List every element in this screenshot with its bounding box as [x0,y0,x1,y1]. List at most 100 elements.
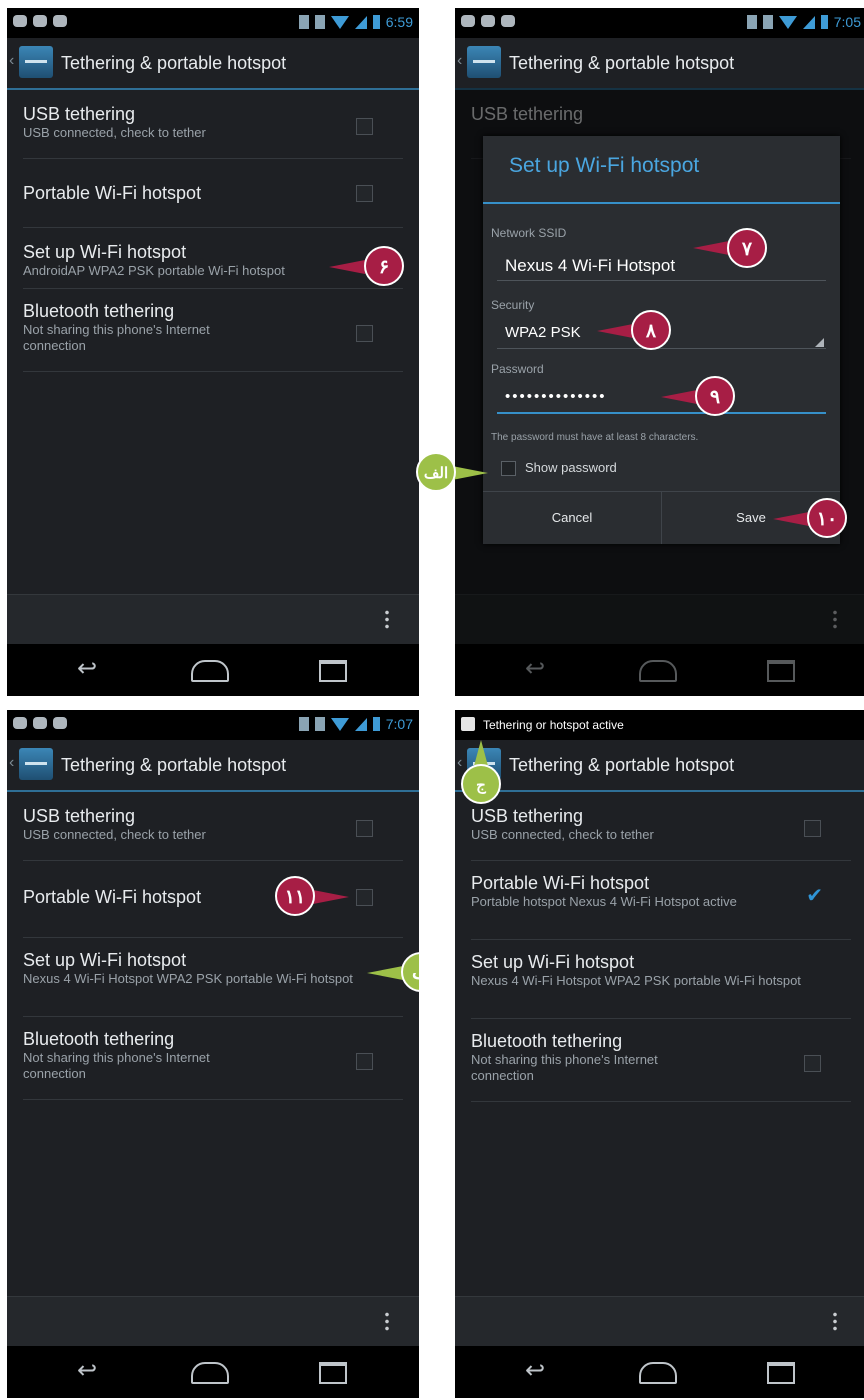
up-caret-icon[interactable]: ‹ [9,52,14,70]
callout-badge-9: ۹ [695,376,735,416]
show-password-checkbox[interactable] [501,461,516,476]
security-label: Security [491,298,535,312]
back-nav-icon[interactable]: ↩ [77,1356,97,1385]
item-title: USB tethering [23,104,136,124]
home-nav-icon[interactable] [191,660,229,682]
password-hint: The password must have at least 8 charac… [491,432,699,443]
wifi-icon [778,15,797,29]
up-caret-icon[interactable]: ‹ [457,52,462,70]
signal-icon [354,717,367,731]
navigation-bar: ↩ [455,1346,864,1398]
recent-apps-icon[interactable] [767,1362,795,1384]
callout-badge-11: ۱۱ [275,876,315,916]
overflow-menu-icon[interactable] [385,1311,389,1333]
notification-icon [13,717,27,729]
back-nav-icon[interactable]: ↩ [77,654,97,683]
security-spinner[interactable]: WPA2 PSK [505,324,581,341]
callout-pointer [313,890,349,904]
dialog-title: Set up Wi-Fi hotspot [509,154,700,177]
callout-badge-6: ۶ [364,246,404,286]
notification-icon [461,15,475,27]
wifi-icon [330,717,349,731]
list-item-usb-tethering[interactable]: USB tethering USB connected, check to te… [471,792,851,861]
callout-badge-alef: الف [416,452,456,492]
item-subtitle: Not sharing this phone's Internet connec… [471,1052,658,1083]
list-item-portable-hotspot[interactable]: Portable Wi-Fi hotspot [23,159,403,228]
dialog-divider [483,202,840,204]
up-caret-icon[interactable]: ‹ [9,754,14,772]
list-item-usb-tethering[interactable]: USB tethering USB connected, check to te… [23,90,403,159]
bluetooth-tethering-checkbox[interactable] [356,1053,373,1070]
item-subtitle: USB connected, check to tether [23,125,206,140]
bluetooth-tethering-checkbox[interactable] [804,1055,821,1072]
notification-icon [53,15,67,27]
overflow-menu-icon[interactable] [385,609,389,631]
item-title: Set up Wi-Fi hotspot [471,952,635,972]
list-item-bluetooth-tethering[interactable]: Bluetooth tethering Not sharing this pho… [471,1019,851,1102]
usb-tethering-checkbox[interactable] [356,820,373,837]
signal-icon [354,15,367,29]
item-title: USB tethering [471,806,584,826]
hotspot-notification-icon [461,717,475,731]
page-title: Tethering & portable hotspot [509,755,735,775]
callout-badge-8: ۸ [631,310,671,350]
bottom-bar [455,1296,864,1347]
callout-pointer [597,324,633,338]
settings-list: USB tethering USB connected, check to te… [23,792,403,1100]
settings-app-icon[interactable] [19,748,53,780]
list-item-usb-tethering[interactable]: USB tethering USB connected, check to te… [23,792,403,861]
portable-hotspot-checkbox[interactable] [356,185,373,202]
up-caret-icon[interactable]: ‹ [457,754,462,772]
list-item-setup-hotspot[interactable]: Set up Wi-Fi hotspot Nexus 4 Wi-Fi Hotsp… [23,938,403,1017]
bluetooth-tethering-checkbox[interactable] [356,325,373,342]
clock: 6:59 [385,14,413,30]
cancel-button[interactable]: Cancel [483,492,662,544]
clock: 7:07 [385,716,413,732]
list-item-setup-hotspot[interactable]: Set up Wi-Fi hotspot AndroidAP WPA2 PSK … [23,228,403,289]
navigation-bar: ↩ [7,1346,419,1398]
list-item-portable-hotspot[interactable]: Portable Wi-Fi hotspot Portable hotspot … [471,861,851,940]
portable-hotspot-checkbox[interactable] [356,889,373,906]
callout-badge-7: ۷ [727,228,767,268]
ssid-input[interactable]: Nexus 4 Wi-Fi Hotspot [505,256,675,276]
checked-checkbox-icon[interactable]: ✔ [806,883,823,908]
settings-list: USB tethering USB connected, check to te… [23,90,403,372]
list-item-bluetooth-tethering[interactable]: Bluetooth tethering Not sharing this pho… [23,1017,403,1100]
page-title: Tethering & portable hotspot [61,755,287,775]
callout-pointer [693,241,729,255]
usb-tethering-checkbox[interactable] [804,820,821,837]
password-input[interactable]: •••••••••••••• [505,388,607,405]
list-item-bluetooth-tethering[interactable]: Bluetooth tethering Not sharing this pho… [23,289,403,372]
overflow-menu-icon[interactable] [833,1311,837,1333]
action-bar: ‹ Tethering & portable hotspot [7,38,419,90]
item-subtitle: Nexus 4 Wi-Fi Hotspot WPA2 PSK portable … [23,971,353,986]
action-bar: ‹ Tethering & portable hotspot [7,740,419,792]
callout-pointer [474,740,488,766]
notification-icon [33,15,47,27]
security-underline [497,348,826,349]
status-bar: 7:05 [455,8,864,38]
battery-icon [820,15,828,29]
recent-apps-icon[interactable] [319,660,347,682]
recent-apps-icon[interactable] [319,1362,347,1384]
back-nav-icon[interactable]: ↩ [525,1356,545,1385]
settings-app-icon[interactable] [19,46,53,78]
ssid-underline [497,280,826,281]
item-subtitle: Not sharing this phone's Internet connec… [23,1050,210,1081]
item-title: Bluetooth tethering [23,1029,175,1049]
item-title: Bluetooth tethering [23,301,175,321]
item-subtitle: USB connected, check to tether [471,827,654,842]
item-subtitle: Portable hotspot Nexus 4 Wi-Fi Hotspot a… [471,894,737,909]
callout-pointer [329,260,365,274]
usb-tethering-checkbox[interactable] [356,118,373,135]
callout-badge-be: ب [401,952,419,992]
home-nav-icon[interactable] [191,1362,229,1384]
mute-icon [314,15,325,29]
list-item-setup-hotspot[interactable]: Set up Wi-Fi hotspot Nexus 4 Wi-Fi Hotsp… [471,940,851,1019]
phone-screen-4: Tethering or hotspot active ‹ Tethering … [455,710,864,1398]
callout-pointer [773,512,809,526]
settings-app-icon[interactable] [467,46,501,78]
item-title: Set up Wi-Fi hotspot [23,950,187,970]
settings-list: USB tethering USB connected, check to te… [471,792,851,1102]
home-nav-icon[interactable] [639,1362,677,1384]
